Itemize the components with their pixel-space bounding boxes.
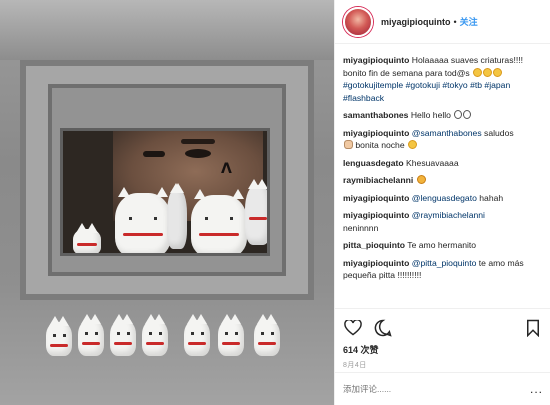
comment-mention[interactable]: @lenguasdegato: [412, 193, 477, 203]
comment-username[interactable]: miyagipioquinto: [343, 210, 409, 220]
post-actions: 614 次赞 8月4日: [335, 308, 550, 369]
maneki-neko-figurine: [245, 179, 267, 245]
post-photo[interactable]: Ʌ: [0, 0, 334, 405]
maneki-neko-figurine: [218, 314, 244, 356]
list-item: lenguasdegato Khesuavaaaa: [343, 157, 543, 170]
avatar[interactable]: [343, 6, 373, 37]
cat-face-icon: [416, 175, 426, 184]
comment-username[interactable]: miyagipioquinto: [343, 258, 409, 268]
grinning-face-icon: [473, 67, 483, 77]
comment-text: Khesuavaaaa: [406, 157, 459, 168]
comment-text: hahah: [479, 192, 504, 203]
comment-icon[interactable]: [373, 318, 393, 338]
list-item: miyagipioquinto @lenguasdegato hahah: [343, 192, 543, 205]
maneki-neko-figurine: [78, 314, 104, 356]
follow-button[interactable]: 关注: [460, 15, 478, 28]
maneki-neko-figurine: [254, 314, 280, 356]
post-sidebar: miyagipioquinto • 关注 miyagipioquinto Hol…: [334, 0, 550, 405]
comment-input[interactable]: [343, 384, 513, 394]
list-item: pitta_pioquinto Te amo hermanito: [343, 239, 543, 252]
add-comment-bar: ...: [335, 372, 550, 405]
maneki-neko-figurine: [142, 314, 168, 356]
list-item: raymibiachelanni: [343, 174, 543, 187]
comment-mention[interactable]: @samanthabones: [412, 128, 482, 138]
eyes-icon: [454, 110, 463, 119]
stone-lantern-top: [0, 0, 334, 60]
bookmark-icon[interactable]: [523, 318, 543, 338]
hand-icon: [344, 140, 353, 149]
smiling-face-icon: [483, 67, 493, 77]
more-options-icon[interactable]: ...: [530, 382, 543, 396]
post-date: 8月4日: [343, 362, 367, 369]
comment-text: Hello hello: [410, 110, 451, 120]
eyes-icon: [463, 110, 472, 119]
action-icons: [343, 317, 543, 339]
maneki-neko-figurine: [115, 187, 171, 253]
comment-text: bonita noche: [355, 140, 405, 150]
comment-text: neninnnn: [343, 222, 379, 233]
hashtag-links[interactable]: #gotokujitemple #gotokuji #tokyo #tb #ja…: [343, 80, 510, 103]
list-item: miyagipioquinto @pitta_pioquinto te amo …: [343, 257, 543, 282]
comment-username[interactable]: miyagipioquinto: [343, 193, 409, 203]
maneki-neko-figurine: [184, 314, 210, 356]
comment-username[interactable]: lenguasdegato: [343, 158, 404, 168]
comment-text: saludos: [484, 127, 514, 138]
author-username[interactable]: miyagipioquinto: [381, 17, 451, 27]
maneki-neko-figurine: [191, 189, 247, 253]
maneki-neko-figurine: [46, 316, 72, 356]
grinning-face-icon: [493, 67, 503, 77]
smiling-face-icon: [408, 140, 417, 149]
heart-icon[interactable]: [343, 318, 363, 338]
lantern-window: Ʌ: [60, 128, 270, 256]
maneki-neko-figurine: [73, 223, 101, 253]
comment-username[interactable]: miyagipioquinto: [343, 128, 409, 138]
comment-username[interactable]: miyagipioquinto: [343, 55, 409, 65]
list-item: samanthabones Hello hello: [343, 109, 543, 122]
like-count[interactable]: 614 次赞: [343, 343, 543, 356]
separator-dot: •: [453, 16, 457, 27]
comment-mention[interactable]: @pitta_pioquinto: [412, 258, 477, 268]
post-header: miyagipioquinto • 关注: [335, 0, 550, 44]
comment-text: Te amo hermanito: [407, 240, 477, 250]
list-item: miyagipioquinto @samanthabones saludos b…: [343, 127, 543, 152]
comment-username[interactable]: raymibiachelanni: [343, 175, 413, 185]
maneki-neko-figurine: [167, 183, 187, 249]
maneki-neko-figurine: [110, 314, 136, 356]
comment-mention[interactable]: @raymibiachelanni: [412, 210, 485, 220]
comment-username[interactable]: pitta_pioquinto: [343, 240, 405, 250]
list-item: miyagipioquinto Holaaaaa suaves criatura…: [343, 54, 543, 104]
list-item: miyagipioquinto @raymibiachelanni neninn…: [343, 209, 543, 234]
comment-list: miyagipioquinto Holaaaaa suaves criatura…: [335, 50, 550, 300]
comment-username[interactable]: samanthabones: [343, 110, 408, 120]
